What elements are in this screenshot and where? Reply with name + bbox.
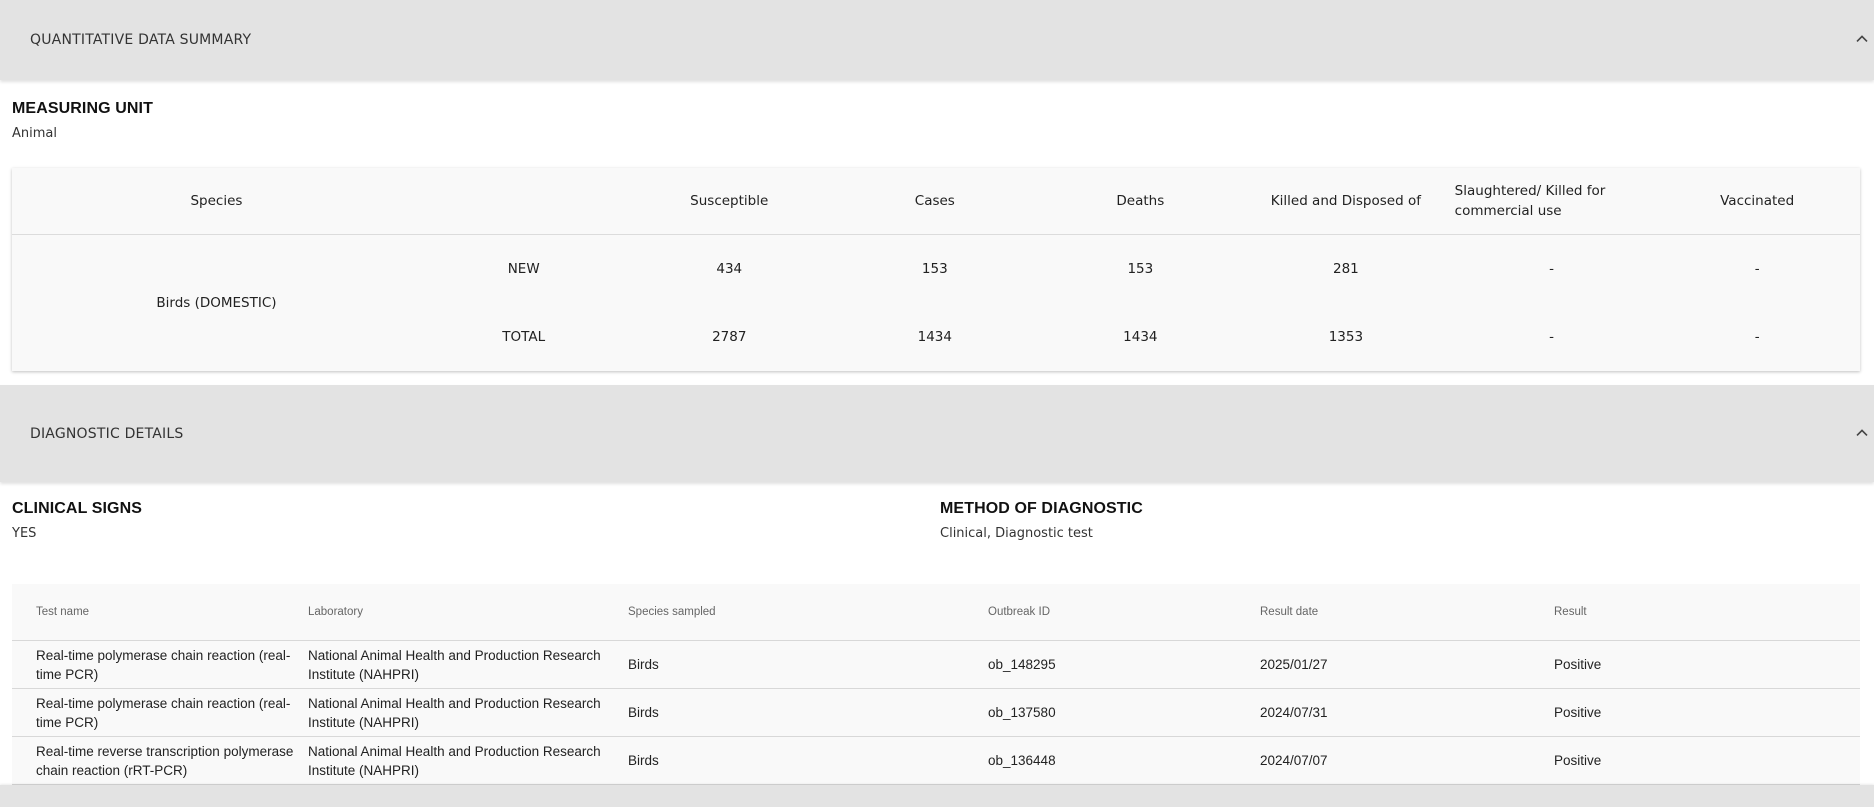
section-title: QUANTITATIVE DATA SUMMARY <box>30 32 252 48</box>
clinical-signs-label: CLINICAL SIGNS <box>12 500 143 517</box>
col-laboratory: Laboratory <box>308 584 628 641</box>
species-sampled: Birds <box>628 736 988 785</box>
tests-table-card: Test name Laboratory Species sampled Out… <box>12 584 1860 785</box>
measuring-unit-block: MEASURING UNIT Animal <box>0 80 1874 156</box>
col-result-date: Result date <box>1260 584 1554 641</box>
result: Positive <box>1554 688 1860 737</box>
col-vaccinated: Vaccinated <box>1654 168 1860 235</box>
vaccinated-value: - <box>1754 261 1760 277</box>
cases-value: 1434 <box>917 329 952 345</box>
clinical-signs-value: YES <box>12 526 37 541</box>
result-date: 2024/07/31 <box>1260 688 1554 737</box>
col-species-sampled: Species sampled <box>628 584 988 641</box>
measuring-unit-value: Animal <box>12 126 57 141</box>
diagnostic-fields: CLINICAL SIGNS YES METHOD OF DIAGNOSTIC … <box>0 482 1874 564</box>
deaths-value: 153 <box>1127 261 1154 277</box>
laboratory: National Animal Health and Production Re… <box>308 688 628 737</box>
col-result: Result <box>1554 584 1860 641</box>
table-row: Birds (DOMESTIC) NEW 434 153 153 281 - - <box>12 235 1860 311</box>
clinical-signs-block: CLINICAL SIGNS YES <box>12 500 940 564</box>
laboratory: National Animal Health and Production Re… <box>308 736 628 785</box>
chevron-up-icon[interactable] <box>1854 424 1870 440</box>
table-row: Real-time polymerase chain reaction (rea… <box>12 688 1860 737</box>
outbreak-id: ob_148295 <box>988 640 1260 689</box>
quantitative-table: Species Susceptible Cases Deaths Killed … <box>12 168 1860 371</box>
quantitative-table-card: Species Susceptible Cases Deaths Killed … <box>12 168 1860 371</box>
table-row: Real-time reverse transcription polymera… <box>12 736 1860 785</box>
tests-header-row: Test name Laboratory Species sampled Out… <box>12 584 1860 641</box>
method-block: METHOD OF DIAGNOSTIC Clinical, Diagnosti… <box>940 500 1874 564</box>
col-killed-disposed: Killed and Disposed of <box>1243 168 1449 235</box>
species-cell: Birds (DOMESTIC) <box>156 295 277 311</box>
susceptible-value: 2787 <box>712 329 747 345</box>
method-label: METHOD OF DIAGNOSTIC <box>940 500 1143 517</box>
col-species: Species <box>12 168 421 235</box>
col-susceptible: Susceptible <box>626 168 833 235</box>
row-type: NEW <box>507 261 540 277</box>
test-name: Real-time reverse transcription polymera… <box>12 736 308 785</box>
measuring-unit-label: MEASURING UNIT <box>12 100 153 117</box>
test-name: Real-time polymerase chain reaction (rea… <box>12 688 308 737</box>
species-sampled: Birds <box>628 640 988 689</box>
outbreak-id: ob_136448 <box>988 736 1260 785</box>
section-title: DIAGNOSTIC DETAILS <box>30 425 184 442</box>
row-type: TOTAL <box>502 329 546 345</box>
result-date: 2025/01/27 <box>1260 640 1554 689</box>
col-test-name: Test name <box>12 584 308 641</box>
slaughtered-value: - <box>1549 329 1554 345</box>
col-deaths: Deaths <box>1037 168 1244 235</box>
col-cases: Cases <box>832 168 1038 235</box>
vaccinated-value: - <box>1754 329 1760 345</box>
quantitative-header-row: Species Susceptible Cases Deaths Killed … <box>12 168 1860 235</box>
result: Positive <box>1554 736 1860 785</box>
result-date: 2024/07/07 <box>1260 736 1554 785</box>
outbreak-id: ob_137580 <box>988 688 1260 737</box>
page: QUANTITATIVE DATA SUMMARY MEASURING UNIT… <box>0 0 1874 807</box>
quantitative-data-summary-header[interactable]: QUANTITATIVE DATA SUMMARY <box>0 0 1874 80</box>
diagnostic-details-header[interactable]: DIAGNOSTIC DETAILS <box>0 385 1874 482</box>
method-value: Clinical, Diagnostic test <box>940 526 1093 541</box>
col-type <box>420 168 627 235</box>
next-section-header[interactable] <box>0 785 1874 807</box>
result: Positive <box>1554 640 1860 689</box>
col-slaughtered: Slaughtered/ Killed for commercial use <box>1448 168 1655 235</box>
table-row: Real-time polymerase chain reaction (rea… <box>12 640 1860 689</box>
species-sampled: Birds <box>628 688 988 737</box>
laboratory: National Animal Health and Production Re… <box>308 640 628 689</box>
killed-disposed-value: 281 <box>1332 261 1359 277</box>
killed-disposed-value: 1353 <box>1328 329 1364 345</box>
cases-value: 153 <box>921 261 948 277</box>
tests-table: Test name Laboratory Species sampled Out… <box>12 584 1860 785</box>
susceptible-value: 434 <box>716 261 743 277</box>
slaughtered-value: - <box>1549 261 1554 277</box>
chevron-up-icon[interactable] <box>1854 30 1870 46</box>
test-name: Real-time polymerase chain reaction (rea… <box>12 640 308 689</box>
col-outbreak-id: Outbreak ID <box>988 584 1260 641</box>
deaths-value: 1434 <box>1123 329 1158 345</box>
